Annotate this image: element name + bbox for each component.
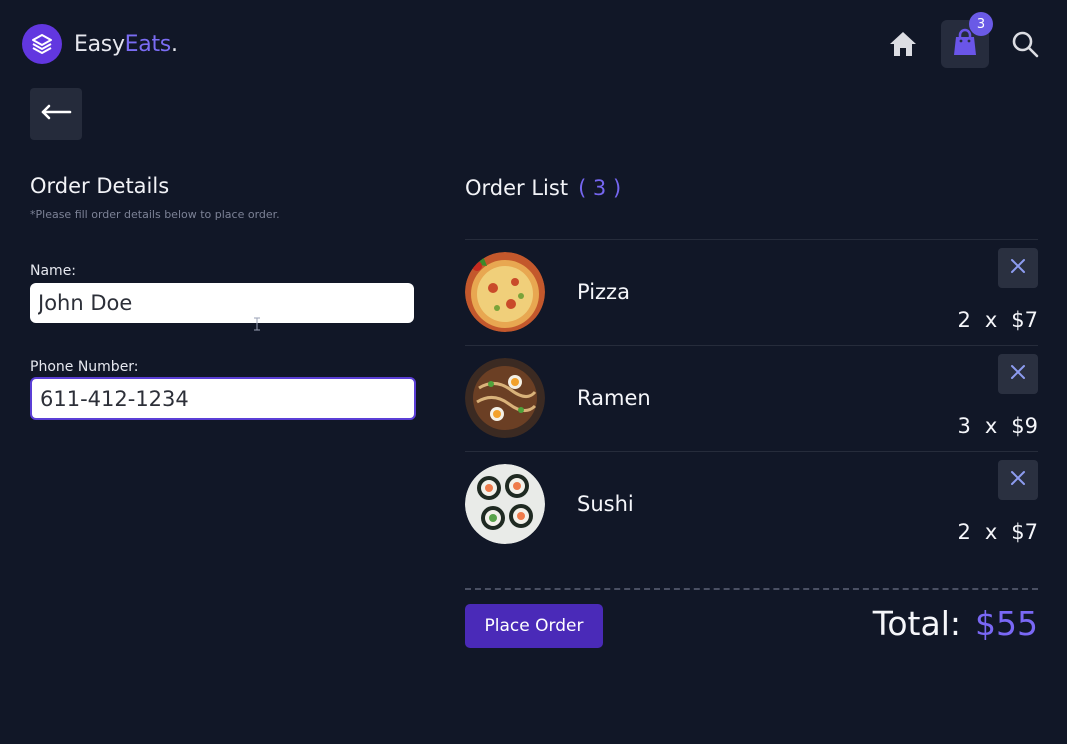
item-times: x (984, 308, 998, 332)
brand-name: EasyEats. (74, 32, 178, 57)
order-page: EasyEats. 3 Order Details *Please fill o… (0, 0, 1067, 744)
home-icon[interactable] (887, 28, 919, 60)
text-cursor-icon (253, 316, 261, 331)
cart-button[interactable]: 3 (941, 12, 993, 68)
brand-logo[interactable]: EasyEats. (22, 24, 178, 64)
name-input[interactable] (30, 283, 414, 323)
close-icon (1010, 258, 1026, 278)
dashed-divider (465, 588, 1038, 590)
remove-item-button[interactable] (998, 248, 1038, 288)
item-name: Sushi (577, 492, 634, 516)
item-qty: 3 (957, 414, 971, 438)
close-icon (1010, 470, 1026, 490)
item-name: Pizza (577, 280, 630, 304)
list-item: Ramen 3 x $9 (465, 345, 1038, 451)
close-icon (1010, 364, 1026, 384)
item-qty: 2 (957, 308, 971, 332)
item-price: $7 (1011, 308, 1038, 332)
order-list: Pizza 2 x $7 Ramen 3 x $9 Sushi 2 x $7 (465, 239, 1038, 557)
order-details-hint: *Please fill order details below to plac… (30, 208, 280, 221)
remove-item-button[interactable] (998, 460, 1038, 500)
list-item: Pizza 2 x $7 (465, 239, 1038, 345)
order-list-count: ( 3 ) (578, 176, 622, 200)
order-list-title: Order List ( 3 ) (465, 176, 621, 200)
back-button[interactable] (30, 88, 82, 140)
item-times: x (984, 520, 998, 544)
list-item: Sushi 2 x $7 (465, 451, 1038, 557)
arrow-left-icon (40, 104, 72, 124)
item-quantity-price: 2 x $7 (957, 308, 1038, 332)
item-quantity-price: 2 x $7 (957, 520, 1038, 544)
remove-item-button[interactable] (998, 354, 1038, 394)
item-price: $7 (1011, 520, 1038, 544)
total-amount: $55 (975, 604, 1038, 643)
cart-count-badge: 3 (969, 12, 993, 36)
brand-name-dot: . (170, 31, 178, 57)
brand-name-part1: Easy (74, 31, 125, 57)
order-details-title: Order Details (30, 174, 170, 198)
search-icon[interactable] (1009, 28, 1041, 60)
order-list-title-text: Order List (465, 176, 569, 200)
order-details-section: Order Details *Please fill order details… (30, 174, 416, 420)
pizza-image (465, 252, 545, 332)
brand-name-part2: Eats (124, 31, 172, 57)
item-name: Ramen (577, 386, 651, 410)
item-quantity-price: 3 x $9 (957, 414, 1038, 438)
item-times: x (984, 414, 998, 438)
name-label: Name: (30, 263, 77, 279)
layers-icon (22, 24, 62, 64)
phone-label: Phone Number: (30, 359, 139, 375)
place-order-button[interactable]: Place Order (465, 604, 603, 648)
ramen-image (465, 358, 545, 438)
item-qty: 2 (957, 520, 971, 544)
sushi-image (465, 464, 545, 544)
item-price: $9 (1011, 414, 1038, 438)
top-nav: 3 (887, 12, 1041, 68)
phone-input[interactable] (30, 377, 416, 420)
total-label: Total: (872, 604, 961, 643)
order-total: Total: $55 (873, 604, 1038, 643)
